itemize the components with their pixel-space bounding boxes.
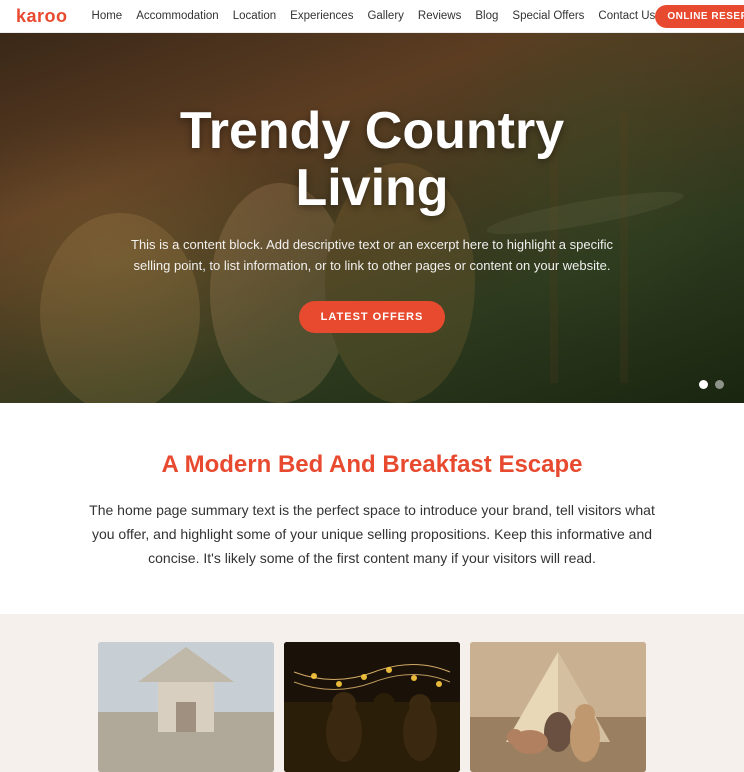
navigation: karoo Home Accommodation Location Experi… [0, 0, 744, 33]
hero-background: Trendy Country Living This is a content … [0, 33, 744, 403]
intro-heading: A Modern Bed And Breakfast Escape [80, 451, 664, 479]
hero-subtitle: This is a content block. Add descriptive… [112, 235, 632, 277]
hero-carousel-dots [699, 380, 724, 389]
nav-item-accommodation[interactable]: Accommodation [136, 10, 218, 22]
hero-content: Trendy Country Living This is a content … [92, 103, 652, 333]
nav-item-reviews[interactable]: Reviews [418, 10, 461, 22]
gallery-row [16, 642, 728, 772]
gallery-image-3 [470, 642, 646, 772]
nav-links: Home Accommodation Location Experiences … [92, 10, 656, 22]
gallery-item-3[interactable] [470, 642, 646, 772]
site-logo: karoo [16, 6, 68, 27]
nav-item-blog[interactable]: Blog [475, 10, 498, 22]
carousel-dot-1[interactable] [699, 380, 708, 389]
nav-item-location[interactable]: Location [233, 10, 276, 22]
gallery-item-1[interactable] [98, 642, 274, 772]
intro-section: A Modern Bed And Breakfast Escape The ho… [0, 403, 744, 614]
intro-text: The home page summary text is the perfec… [80, 499, 664, 570]
nav-item-home[interactable]: Home [92, 10, 123, 22]
hero-section: Trendy Country Living This is a content … [0, 33, 744, 403]
nav-item-contact-us[interactable]: Contact Us [598, 10, 655, 22]
carousel-dot-2[interactable] [715, 380, 724, 389]
gallery-item-2[interactable] [284, 642, 460, 772]
gallery-image-1 [98, 642, 274, 772]
nav-item-experiences[interactable]: Experiences [290, 10, 353, 22]
hero-title: Trendy Country Living [112, 103, 632, 217]
nav-item-special-offers[interactable]: Special Offers [512, 10, 584, 22]
latest-offers-button[interactable]: LATEST OFFERS [299, 301, 446, 333]
online-reservations-button[interactable]: ONLINE RESERVATIONS [655, 5, 744, 28]
nav-item-gallery[interactable]: Gallery [367, 10, 403, 22]
gallery-image-2 [284, 642, 460, 772]
gallery-section [0, 614, 744, 772]
